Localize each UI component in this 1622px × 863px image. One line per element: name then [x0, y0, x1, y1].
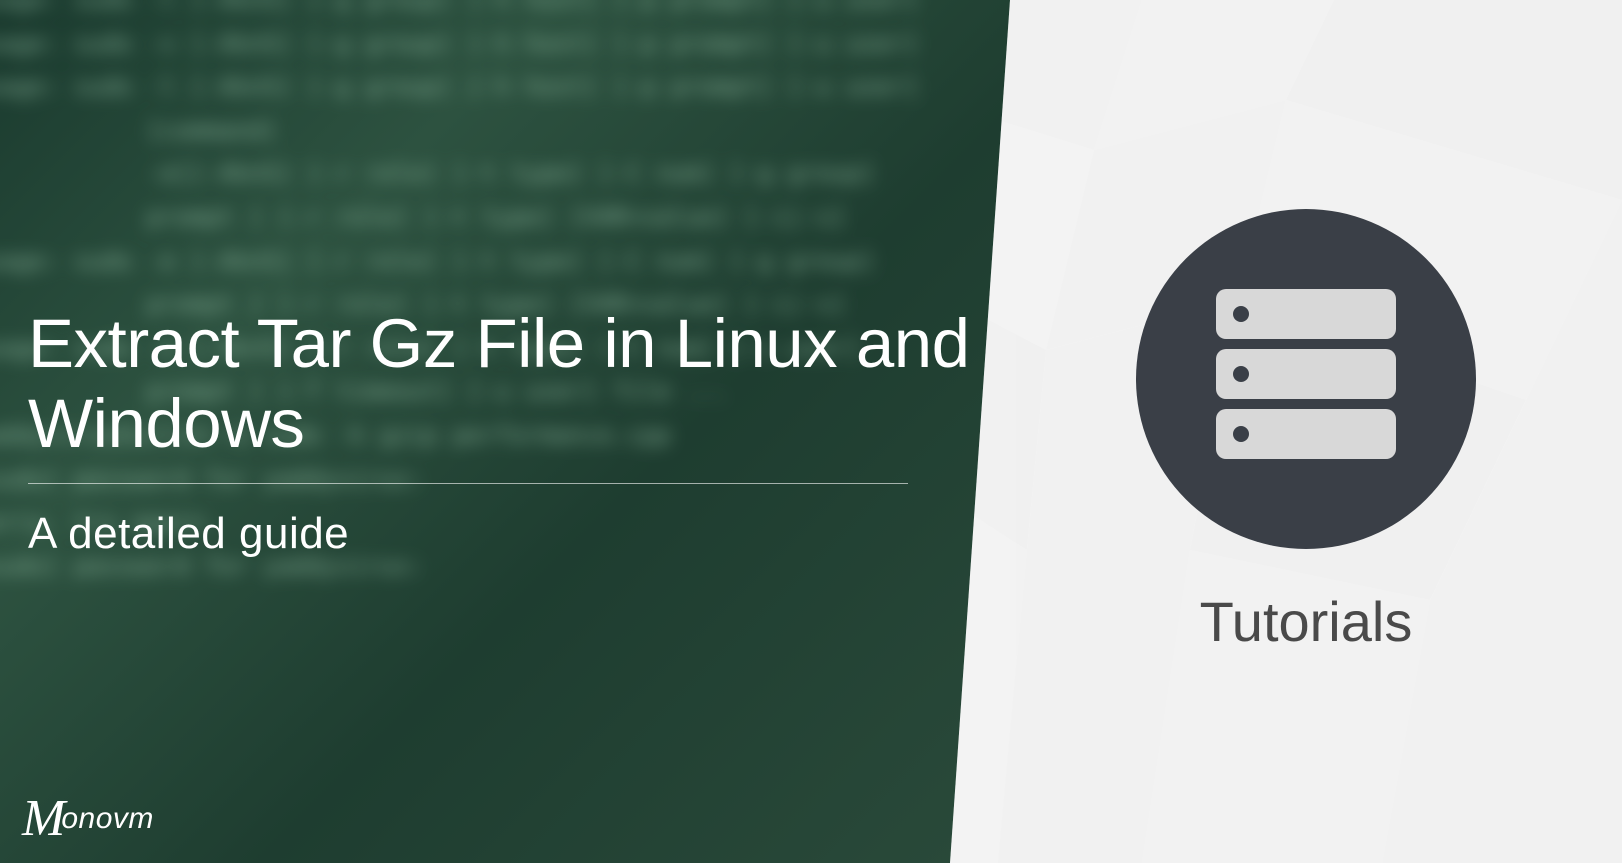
- brand-logo: M onovm: [22, 789, 154, 848]
- brand-name: onovm: [61, 802, 154, 836]
- content-overlay: Extract Tar Gz File in Linux and Windows…: [0, 0, 1010, 863]
- title-divider: [28, 483, 908, 484]
- right-panel: Tutorials: [950, 0, 1622, 863]
- main-title: Extract Tar Gz File in Linux and Windows: [28, 304, 1010, 463]
- logo-letter-icon: M: [22, 789, 65, 848]
- subtitle: A detailed guide: [28, 509, 1010, 559]
- server-icon: [1136, 209, 1476, 549]
- category-icon-container: [1136, 209, 1476, 554]
- category-label: Tutorials: [1200, 589, 1413, 654]
- left-panel: usage: sudo -l [-AknS] [-g group] [-h ho…: [0, 0, 1010, 863]
- banner-container: usage: sudo -l [-AknS] [-g group] [-h ho…: [0, 0, 1622, 863]
